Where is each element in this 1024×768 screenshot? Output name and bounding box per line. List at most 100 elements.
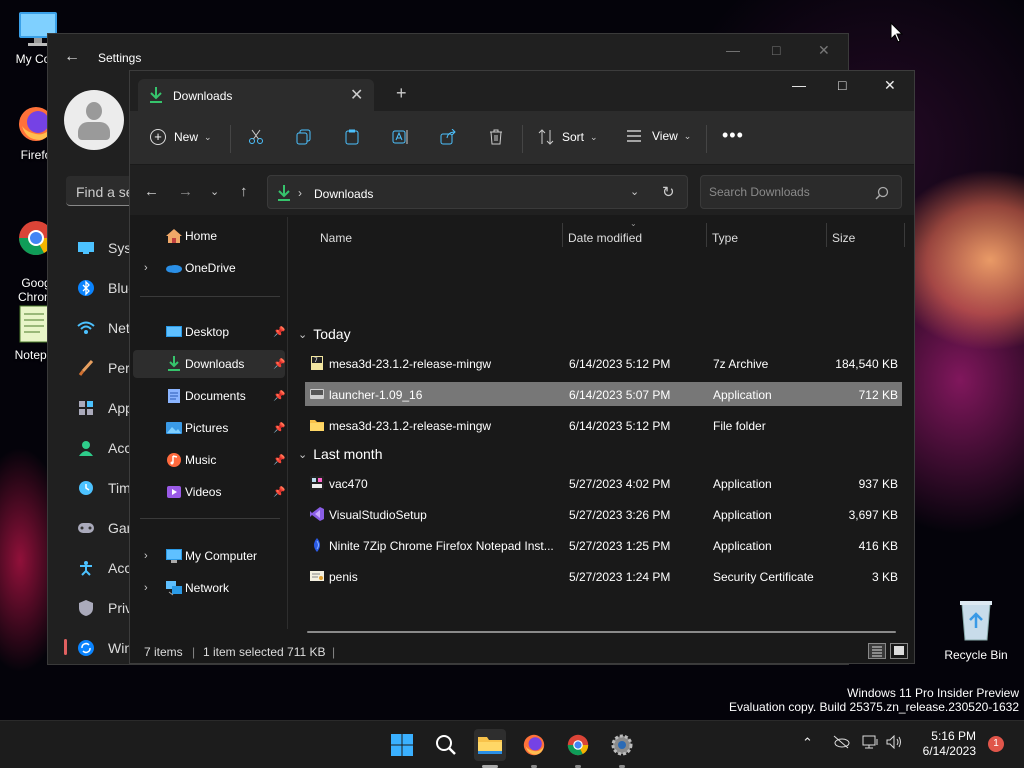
pin-icon[interactable]: 📌 [273, 359, 285, 370]
taskbar-chrome[interactable] [562, 729, 594, 761]
tiles-view-button[interactable] [890, 643, 908, 659]
close-tab-icon[interactable]: ✕ [350, 85, 363, 105]
minimize-icon[interactable]: — [792, 77, 806, 93]
search-input[interactable] [709, 184, 869, 200]
settings-nav-bluetooth[interactable]: Blue [76, 276, 130, 300]
more-options-icon[interactable]: ••• [722, 125, 744, 146]
settings-nav-time[interactable]: Tim [76, 476, 130, 500]
details-view-button[interactable] [868, 643, 886, 659]
forward-arrow-icon[interactable]: → [178, 183, 193, 200]
privacy-icon [76, 599, 96, 617]
show-hidden-icons-chevron-icon[interactable]: ⌃ [802, 735, 813, 751]
taskbar-settings[interactable] [606, 729, 638, 761]
nav-network[interactable]: › Network [133, 574, 285, 602]
column-header-type[interactable]: Type [712, 231, 738, 245]
maximize-icon[interactable]: □ [772, 42, 780, 58]
column-divider[interactable] [826, 223, 827, 247]
address-dropdown-icon[interactable]: ⌄ [630, 185, 639, 198]
breadcrumb-downloads[interactable]: Downloads [314, 187, 373, 201]
notification-badge[interactable]: 1 [988, 736, 1004, 752]
table-row-selected[interactable]: launcher-1.09_16 6/14/2023 5:07 PM Appli… [305, 382, 902, 406]
nav-videos[interactable]: Videos 📌 [133, 478, 285, 506]
nav-desktop[interactable]: Desktop 📌 [133, 318, 285, 346]
share-button[interactable] [440, 129, 456, 145]
pin-icon[interactable]: 📌 [273, 391, 285, 402]
settings-nav-privacy[interactable]: Priv [76, 596, 130, 620]
onedrive-offline-icon[interactable] [832, 735, 850, 752]
nav-music[interactable]: Music 📌 [133, 446, 285, 474]
details-view-icon [872, 646, 882, 657]
maximize-icon[interactable]: □ [838, 77, 846, 93]
pin-icon[interactable]: 📌 [273, 487, 285, 498]
settings-nav-accessibility[interactable]: Acc [76, 556, 130, 580]
horizontal-scrollbar[interactable] [307, 631, 896, 633]
desktop-icon-recycle-bin[interactable]: Recycle Bin [944, 598, 1008, 662]
back-arrow-icon[interactable]: ← [144, 183, 159, 200]
nav-my-computer[interactable]: › My Computer [133, 542, 285, 570]
expand-chevron-icon[interactable]: › [144, 550, 148, 562]
tab-downloads[interactable]: Downloads ✕ [138, 79, 374, 111]
settings-nav-windows-update[interactable]: Win [76, 636, 130, 660]
close-icon[interactable]: ✕ [884, 77, 896, 94]
group-header-today-row[interactable]: ⌄ Today [298, 326, 351, 342]
new-button[interactable]: + New ⌄ [150, 129, 212, 145]
settings-nav-system[interactable]: Syst [76, 236, 130, 260]
table-row[interactable]: vac470 5/27/2023 4:02 PM Application 937… [305, 471, 902, 495]
up-arrow-icon[interactable]: ↑ [240, 183, 248, 200]
nav-onedrive[interactable]: › OneDrive [133, 254, 285, 282]
pin-icon[interactable]: 📌 [273, 455, 285, 466]
system-clock[interactable]: 5:16 PM 6/14/2023 [906, 729, 976, 759]
recent-locations-chevron-icon[interactable]: ⌄ [210, 185, 219, 198]
address-bar[interactable]: › Downloads ⌄ ↻ [267, 175, 688, 209]
search-box[interactable] [700, 175, 902, 209]
minimize-icon[interactable]: — [726, 42, 740, 58]
column-header-date[interactable]: Date modified [568, 231, 642, 245]
settings-nav-apps[interactable]: App [76, 396, 130, 420]
expand-chevron-icon[interactable]: › [144, 262, 148, 274]
settings-nav-gaming[interactable]: Gar [76, 516, 130, 540]
pin-icon[interactable]: 📌 [273, 327, 285, 338]
table-row[interactable]: Ninite 7Zip Chrome Firefox Notepad Inst.… [305, 533, 902, 557]
status-bar: 7 items | 1 item selected 711 KB | [130, 637, 914, 663]
search-icon [436, 735, 456, 755]
table-row[interactable]: VisualStudioSetup 5/27/2023 3:26 PM Appl… [305, 502, 902, 526]
view-list-icon [627, 130, 641, 142]
column-header-size[interactable]: Size [832, 231, 855, 245]
column-divider[interactable] [904, 223, 905, 247]
paste-button[interactable] [344, 129, 360, 145]
group-header-last-month[interactable]: ⌄ Last month [298, 446, 382, 462]
nav-home[interactable]: Home [133, 222, 285, 250]
taskbar-file-explorer[interactable] [474, 729, 506, 761]
table-row[interactable]: penis 5/27/2023 1:24 PM Security Certifi… [305, 564, 902, 588]
nav-documents[interactable]: Documents 📌 [133, 382, 285, 410]
settings-nav-personalization[interactable]: Pers [76, 356, 130, 380]
column-divider[interactable] [562, 223, 563, 247]
copy-button[interactable] [296, 129, 312, 145]
column-header-name[interactable]: Name [320, 231, 352, 245]
volume-icon[interactable] [886, 734, 904, 752]
taskbar-search-button[interactable] [430, 729, 462, 761]
table-row[interactable]: mesa3d-23.1.2-release-mingw 6/14/2023 5:… [305, 413, 902, 437]
network-ethernet-icon[interactable] [862, 735, 880, 752]
nav-pictures[interactable]: Pictures 📌 [133, 414, 285, 442]
view-button[interactable]: View ⌄ [626, 129, 691, 143]
nav-downloads[interactable]: Downloads 📌 [133, 350, 285, 378]
expand-chevron-icon[interactable]: › [144, 582, 148, 594]
music-icon [167, 453, 181, 467]
sort-button[interactable]: Sort ⌄ [538, 129, 598, 145]
start-button[interactable] [386, 729, 418, 761]
settings-nav-accounts[interactable]: Acc [76, 436, 130, 460]
taskbar-firefox[interactable] [518, 729, 550, 761]
folder-icon [310, 420, 324, 431]
cut-button[interactable] [248, 129, 264, 145]
settings-nav-network[interactable]: Net [76, 316, 130, 340]
pin-icon[interactable]: 📌 [273, 423, 285, 434]
new-tab-button[interactable]: + [396, 83, 407, 104]
rename-button[interactable] [392, 129, 410, 145]
refresh-icon[interactable]: ↻ [662, 183, 675, 201]
table-row[interactable]: 7 mesa3d-23.1.2-release-mingw 6/14/2023 … [305, 351, 902, 375]
file-explorer-window[interactable]: Downloads ✕ + — □ ✕ + New ⌄ Sort ⌄ View … [129, 70, 915, 664]
column-divider[interactable] [706, 223, 707, 247]
close-icon[interactable]: ✕ [818, 42, 830, 59]
delete-button[interactable] [488, 129, 504, 145]
